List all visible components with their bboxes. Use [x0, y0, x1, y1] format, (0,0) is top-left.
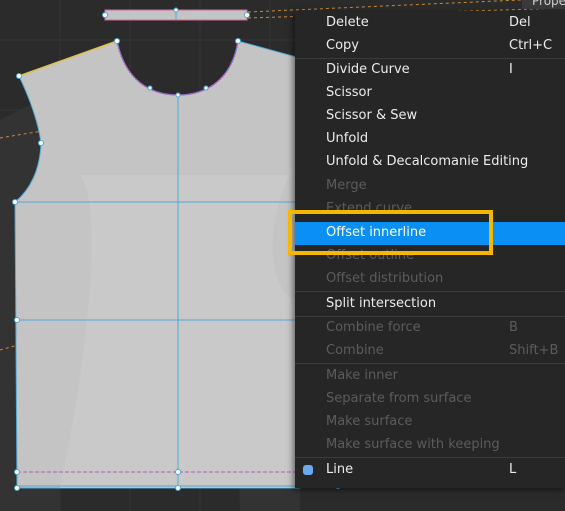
menu-item-make-surface[interactable]: Make surface	[295, 411, 565, 434]
menu-item-label: Unfold	[326, 131, 369, 146]
menu-item-shortcut: I	[509, 62, 513, 77]
menu-item-shortcut: L	[509, 462, 517, 477]
properties-tab-label: Prope	[532, 0, 565, 8]
menu-item-split-intersection[interactable]: Split intersection	[295, 293, 565, 316]
menu-separator	[295, 457, 565, 458]
menu-item-label: Make surface	[326, 414, 413, 429]
menu-item-line[interactable]: Line L	[295, 459, 565, 482]
menu-item-combine[interactable]: Combine Shift+B	[295, 340, 565, 363]
menu-item-divide-curve[interactable]: Divide Curve I	[295, 59, 565, 82]
menu-item-shortcut: Ctrl+C	[509, 38, 553, 53]
properties-tab[interactable]: Prope	[522, 0, 565, 9]
menu-item-separate-from-surface[interactable]: Separate from surface	[295, 388, 565, 411]
menu-item-label: Combine force	[326, 320, 421, 335]
menu-item-merge[interactable]: Merge	[295, 175, 565, 198]
menu-item-shortcut: Del	[509, 15, 531, 30]
menu-item-copy[interactable]: Copy Ctrl+C	[295, 35, 565, 58]
menu-item-scissor[interactable]: Scissor	[295, 82, 565, 105]
menu-item-label: Line	[326, 462, 354, 477]
menu-item-label: Scissor & Sew	[326, 108, 418, 123]
menu-item-delete[interactable]: Delete Del	[295, 12, 565, 35]
menu-item-offset-distribution[interactable]: Offset distribution	[295, 268, 565, 291]
menu-item-label: Unfold & Decalcomanie Editing	[326, 154, 529, 169]
menu-item-label: Copy	[326, 38, 359, 53]
menu-item-shortcut: Shift+B	[509, 343, 559, 358]
menu-item-label: Merge	[326, 178, 367, 193]
menu-item-label: Separate from surface	[326, 391, 472, 406]
menu-separator	[295, 291, 565, 292]
menu-item-scissor-sew[interactable]: Scissor & Sew	[295, 105, 565, 128]
menu-item-label: Scissor	[326, 85, 372, 100]
body-shading	[60, 175, 300, 488]
line-type-icon	[303, 465, 313, 475]
menu-item-unfold-decalcomanie[interactable]: Unfold & Decalcomanie Editing	[295, 151, 565, 174]
menu-item-shortcut: B	[509, 320, 518, 335]
menu-item-make-inner[interactable]: Make inner	[295, 365, 565, 388]
menu-item-combine-force[interactable]: Combine force B	[295, 317, 565, 340]
menu-item-label: Delete	[326, 15, 369, 30]
menu-item-make-surface-keeping[interactable]: Make surface with keeping	[295, 434, 565, 457]
callout-highlight-box	[288, 210, 493, 255]
menu-item-label: Combine	[326, 343, 384, 358]
menu-item-label: Divide Curve	[326, 62, 410, 77]
menu-item-unfold[interactable]: Unfold	[295, 128, 565, 151]
menu-item-label: Make surface with keeping	[326, 437, 500, 452]
menu-separator	[295, 363, 565, 364]
menu-item-label: Split intersection	[326, 296, 437, 311]
menu-item-label: Make inner	[326, 368, 398, 383]
menu-item-label: Offset distribution	[326, 271, 444, 286]
